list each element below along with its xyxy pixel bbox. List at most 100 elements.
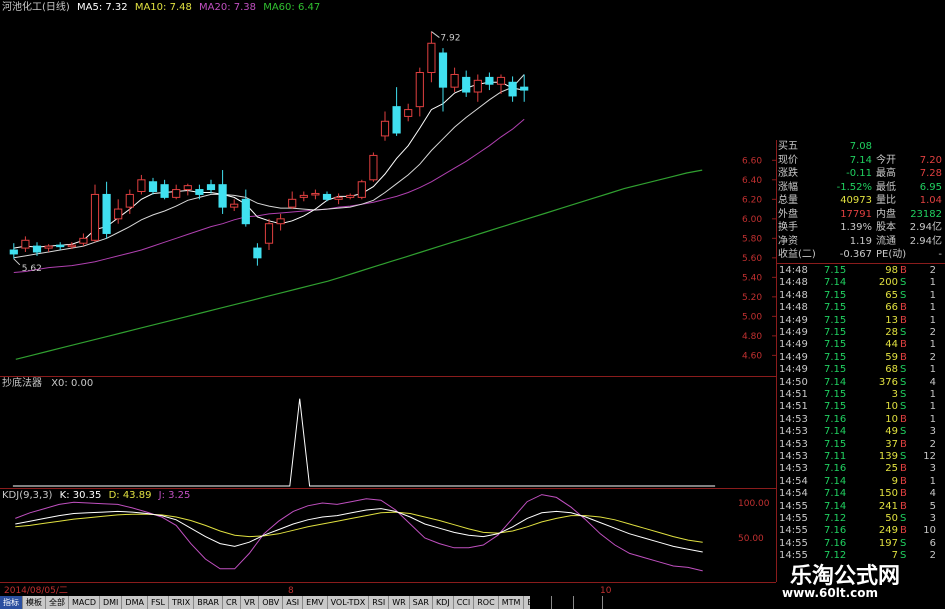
- tick-price: 7.16: [824, 413, 847, 425]
- tick-count: 1: [929, 289, 936, 301]
- tick-time: 14:53: [779, 438, 808, 450]
- toolbar-tab-boll[interactable]: BOLL: [524, 596, 552, 609]
- toolbar-tab-cr[interactable]: CR: [223, 596, 242, 609]
- toolbar-tab-rsi[interactable]: RSI: [369, 596, 390, 609]
- y-tick-label: 6.20: [742, 195, 762, 205]
- info-value: -1.52%: [836, 181, 872, 193]
- toolbar-tab-brar[interactable]: BRAR: [194, 596, 224, 609]
- y-tick-label: 4.80: [742, 332, 762, 342]
- tick-price: 7.15: [824, 339, 847, 351]
- candle: [160, 179, 169, 200]
- tick-volume: 98: [885, 265, 898, 276]
- info-label: 买五: [778, 141, 798, 152]
- candle-body: [195, 189, 204, 195]
- tick-price: 7.14: [824, 500, 847, 512]
- candle: [357, 179, 366, 200]
- tick-volume: 50: [885, 513, 898, 524]
- panel-divider: [776, 263, 945, 264]
- tick-count: 3: [929, 463, 936, 475]
- candle-body: [334, 196, 343, 200]
- y-tick-label: 4.60: [742, 351, 762, 361]
- info-value: 2.94亿: [909, 222, 942, 233]
- candle-body: [79, 237, 88, 244]
- kdj-j-line: [15, 494, 703, 572]
- tick-time: 14:49: [779, 314, 808, 326]
- candle: [206, 179, 216, 194]
- tick-volume: 150: [878, 488, 898, 500]
- info-label: 涨幅: [778, 181, 798, 193]
- tick-side: S: [900, 364, 907, 376]
- candle: [79, 233, 88, 247]
- tick-row: 14:55 7.14 241 B 5: [776, 501, 941, 513]
- toolbar-tab-macd[interactable]: MACD: [69, 596, 100, 609]
- kdj-y-tick: 100.00: [738, 499, 770, 509]
- tick-row: 14:48 7.14 200 S 1: [776, 277, 941, 289]
- toolbar-tab-psy[interactable]: PSY: [552, 596, 574, 609]
- tick-count: 2: [929, 351, 936, 363]
- toolbar-tab-sar[interactable]: SAR: [410, 596, 433, 609]
- indicator-toolbar[interactable]: 指标 模板 全部 MACD DMI DMA FSL TRIX BRAR CR VR OBV ASI EMV…: [0, 596, 604, 609]
- chart-area[interactable]: 7.92 5.62 6.60 6.40 6.20 6.00 5.80 5.60 5.40 5.20…: [0, 0, 776, 596]
- toolbar-tab-全部[interactable]: 全部: [46, 596, 69, 609]
- info-value: 7.08: [849, 141, 872, 152]
- tick-side: B: [900, 314, 907, 326]
- high-marker: [431, 31, 440, 38]
- candle-body: [137, 179, 146, 193]
- tick-time: 14:55: [779, 525, 808, 537]
- candle: [485, 72, 494, 91]
- tick-volume: 37: [885, 438, 898, 450]
- toolbar-tab-roc[interactable]: ROC: [474, 596, 499, 609]
- candle-body: [9, 249, 18, 255]
- toolbar-tab-模板[interactable]: 模板: [23, 596, 46, 609]
- toolbar-tab-obv[interactable]: OBV: [259, 596, 284, 609]
- y-tick-label: 5.20: [742, 293, 762, 303]
- tick-row: 14:48 7.15 98 B 2: [776, 265, 941, 277]
- info-value: -0.367: [839, 249, 872, 260]
- candle: [299, 191, 308, 202]
- toolbar-tab-fsl[interactable]: FSL: [148, 596, 169, 609]
- candle-body: [392, 106, 401, 134]
- toolbar-tab-kdj[interactable]: KDJ: [433, 596, 454, 609]
- tick-row: 14:51 7.15 3 S 1: [776, 389, 941, 401]
- candle-body: [32, 245, 42, 253]
- tick-time: 14:48: [779, 277, 808, 289]
- toolbar-tab-trix[interactable]: TRIX: [169, 596, 195, 609]
- toolbar-tab-vol-tdx[interactable]: VOL-TDX: [328, 596, 370, 609]
- info-value: 7.20: [919, 154, 942, 166]
- candle-body: [56, 244, 65, 248]
- info-label: 收益(二): [778, 249, 816, 260]
- toolbar-tab-mcst[interactable]: MCST: [574, 596, 604, 609]
- toolbar-tab-mtm[interactable]: MTM: [499, 596, 525, 609]
- candle-body: [520, 86, 529, 91]
- info-value: 6.95: [919, 181, 942, 193]
- toolbar-tab-vr[interactable]: VR: [241, 596, 260, 609]
- tick-side: S: [900, 289, 907, 301]
- candle-body: [427, 42, 436, 74]
- tick-time: 14:53: [779, 463, 808, 475]
- tick-side: B: [900, 413, 907, 425]
- tick-volume: 9: [891, 475, 898, 487]
- tick-volume: 66: [885, 302, 898, 314]
- candle: [183, 183, 192, 196]
- tick-row: 14:48 7.15 66 B 1: [776, 302, 941, 314]
- candle-body: [311, 192, 320, 196]
- tick-row: 14:55 7.16 249 B 10: [776, 525, 941, 537]
- candle: [508, 76, 517, 102]
- tick-side: S: [900, 401, 907, 413]
- info-label: 最低: [876, 181, 896, 193]
- tick-price: 7.16: [824, 525, 847, 537]
- toolbar-tab-dma[interactable]: DMA: [122, 596, 148, 609]
- toolbar-tab-cci[interactable]: CCI: [454, 596, 475, 609]
- tick-time: 14:53: [779, 413, 808, 425]
- tick-count: 1: [929, 475, 936, 487]
- candle: [520, 74, 529, 102]
- candle: [21, 236, 30, 252]
- info-label: 净资: [778, 235, 798, 247]
- x-axis-label: 10: [600, 586, 612, 596]
- tick-time: 14:48: [779, 289, 808, 301]
- toolbar-tab-emv[interactable]: EMV: [303, 596, 328, 609]
- toolbar-tab-指标[interactable]: 指标: [0, 596, 23, 609]
- toolbar-tab-dmi[interactable]: DMI: [100, 596, 123, 609]
- toolbar-tab-wr[interactable]: WR: [389, 596, 410, 609]
- toolbar-tab-asi[interactable]: ASI: [283, 596, 304, 609]
